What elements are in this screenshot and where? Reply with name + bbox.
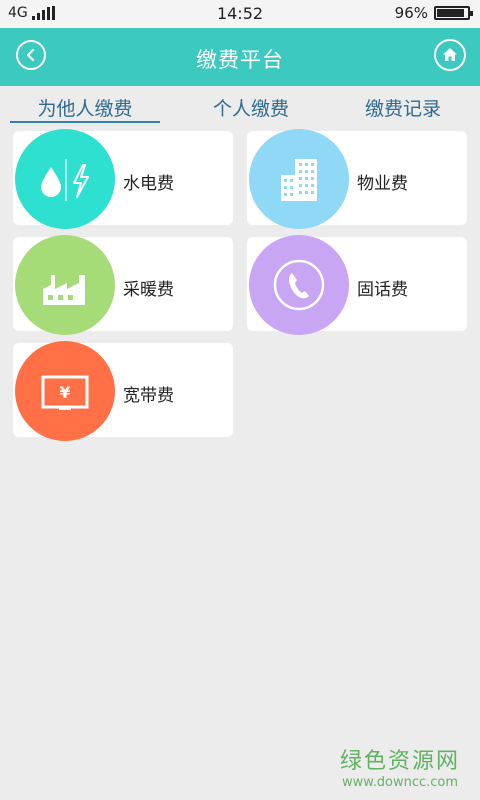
- status-bar: 4G 14:52 96%: [0, 0, 480, 28]
- service-label: 宽带费: [123, 386, 174, 406]
- page-title: 缴费平台: [196, 48, 284, 72]
- battery-icon: [434, 6, 473, 20]
- service-label: 固话费: [357, 280, 408, 300]
- battery-percent: 96%: [394, 4, 428, 22]
- svg-text:¥: ¥: [59, 383, 70, 402]
- service-card-broadband[interactable]: ¥ 宽带费: [13, 341, 233, 441]
- tab-pay-for-others[interactable]: 为他人缴费: [10, 94, 160, 121]
- service-card-heating[interactable]: 采暖费: [13, 235, 233, 335]
- active-tab-indicator: [10, 121, 160, 123]
- service-card-water-electricity[interactable]: 水电费: [13, 129, 233, 229]
- telephone-icon: [273, 259, 325, 311]
- service-label: 采暖费: [123, 280, 174, 300]
- water-electricity-icon: [41, 159, 89, 201]
- home-icon: [443, 48, 457, 61]
- factory-icon: [43, 275, 85, 305]
- service-card-landline[interactable]: 固话费: [247, 235, 467, 335]
- monitor-yen-icon: ¥: [41, 375, 89, 410]
- service-label: 水电费: [123, 174, 174, 194]
- service-icon-circle: [15, 129, 115, 229]
- service-icon-circle: [249, 235, 349, 335]
- tab-personal-payment[interactable]: 个人缴费: [176, 94, 326, 121]
- watermark: 绿色资源网 www.downcc.com: [340, 743, 460, 790]
- service-icon-circle: ¥: [15, 341, 115, 441]
- home-button[interactable]: [434, 39, 466, 71]
- watermark-url: www.downcc.com: [341, 775, 459, 790]
- building-icon: [281, 159, 317, 201]
- app-header: 缴费平台: [0, 28, 480, 86]
- service-card-property[interactable]: 物业费: [247, 129, 467, 229]
- tab-bar: 为他人缴费 个人缴费 缴费记录: [0, 86, 480, 126]
- service-icon-circle: [15, 235, 115, 335]
- tab-payment-records[interactable]: 缴费记录: [328, 94, 478, 121]
- status-right: 96%: [394, 4, 473, 22]
- watermark-title: 绿色资源网: [339, 749, 460, 774]
- service-icon-circle: [249, 129, 349, 229]
- service-label: 物业费: [357, 174, 408, 194]
- battery-fill: [437, 9, 464, 17]
